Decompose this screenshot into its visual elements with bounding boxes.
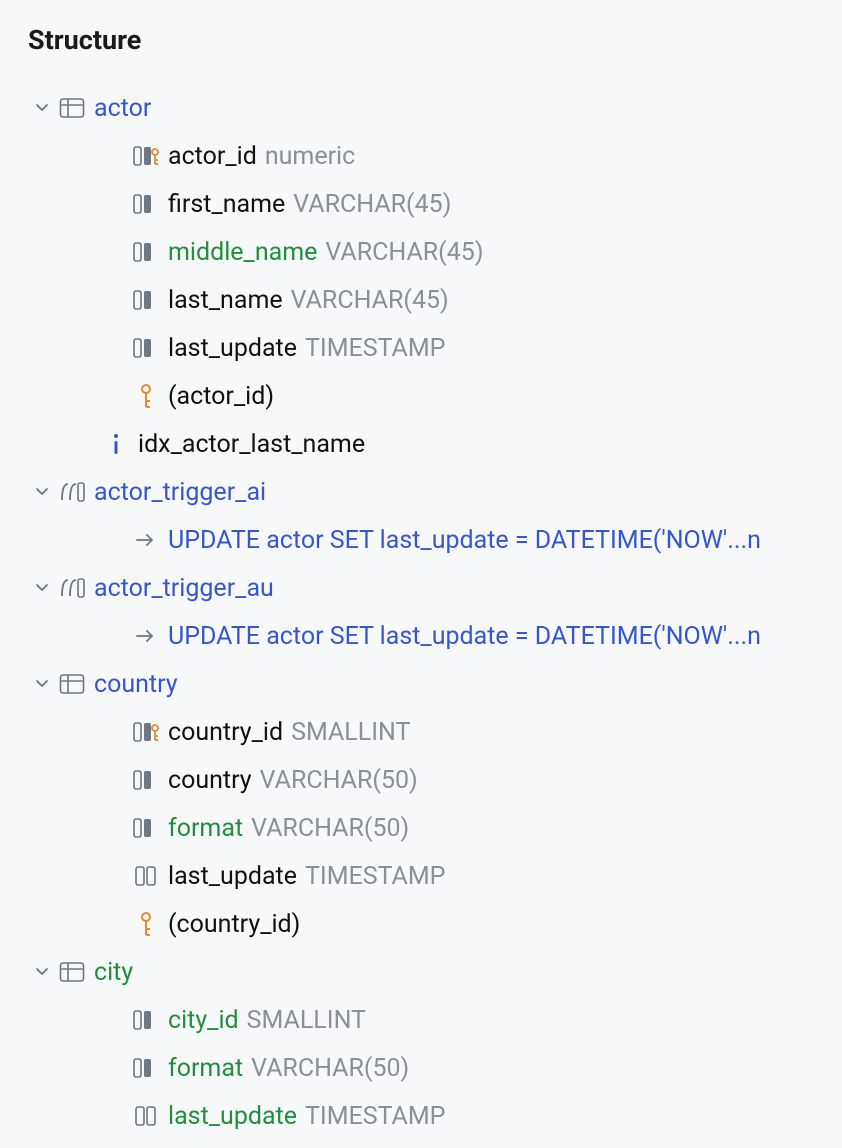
tree-row-actor_pk[interactable]: (actor_id) xyxy=(28,372,842,420)
tree-row-last_name[interactable]: last_name VARCHAR(45) xyxy=(28,276,842,324)
row-label: actor_trigger_au xyxy=(94,576,274,601)
row-label: city xyxy=(94,960,133,985)
table-icon xyxy=(56,961,88,983)
row-type: TIMESTAMP xyxy=(305,864,445,889)
tree-row-actor_trigger_au[interactable]: actor_trigger_au xyxy=(28,564,842,612)
row-type: VARCHAR(50) xyxy=(251,1056,409,1081)
structure-panel: Structure actor actor_id numeric first_name… xyxy=(0,0,842,1140)
tree-row-country[interactable]: country xyxy=(28,660,842,708)
tree-row-trigger_au_body[interactable]: UPDATE actor SET last_update = DATETIME(… xyxy=(28,612,842,660)
row-type: TIMESTAMP xyxy=(305,336,445,361)
tree-row-first_name[interactable]: first_name VARCHAR(45) xyxy=(28,180,842,228)
key-icon xyxy=(130,383,162,409)
chevron-down-icon[interactable] xyxy=(28,964,56,980)
trigger-icon xyxy=(56,480,88,504)
row-label: (actor_id) xyxy=(168,384,274,409)
row-label: actor xyxy=(94,96,151,121)
row-label: idx_actor_last_name xyxy=(138,432,365,457)
col-icon xyxy=(130,336,162,360)
row-label: format xyxy=(168,816,243,841)
arrow-icon xyxy=(130,626,162,646)
row-label: UPDATE actor SET last_update = DATETIME(… xyxy=(168,624,761,649)
chevron-down-icon[interactable] xyxy=(28,484,56,500)
arrow-icon xyxy=(130,530,162,550)
col-icon xyxy=(130,816,162,840)
col-icon xyxy=(130,1008,162,1032)
tree-row-middle_name[interactable]: middle_name VARCHAR(45) xyxy=(28,228,842,276)
row-label: city_id xyxy=(168,1008,239,1033)
tree-row-city_format[interactable]: format VARCHAR(50) xyxy=(28,1044,842,1092)
chevron-down-icon[interactable] xyxy=(28,100,56,116)
row-type: VARCHAR(50) xyxy=(251,816,409,841)
row-label: country_id xyxy=(168,720,283,745)
tree-row-city[interactable]: city xyxy=(28,948,842,996)
col-plain-icon xyxy=(130,1105,162,1127)
panel-title: Structure xyxy=(28,24,842,56)
tree-row-actor_id[interactable]: actor_id numeric xyxy=(28,132,842,180)
row-label: country xyxy=(94,672,178,697)
col-key-icon xyxy=(130,144,162,168)
row-type: TIMESTAMP xyxy=(305,1104,445,1129)
chevron-down-icon[interactable] xyxy=(28,580,56,596)
tree-row-country_id[interactable]: country_id SMALLINT xyxy=(28,708,842,756)
row-label: country xyxy=(168,768,252,793)
row-type: SMALLINT xyxy=(247,1008,366,1033)
row-type: VARCHAR(45) xyxy=(293,192,451,217)
row-label: format xyxy=(168,1056,243,1081)
col-icon xyxy=(130,1056,162,1080)
row-label: actor_id xyxy=(168,144,257,169)
col-icon xyxy=(130,192,162,216)
row-type: VARCHAR(50) xyxy=(260,768,418,793)
row-label: first_name xyxy=(168,192,285,217)
col-icon xyxy=(130,288,162,312)
row-label: last_update xyxy=(168,864,297,889)
row-type: VARCHAR(45) xyxy=(291,288,449,313)
tree-row-city_id[interactable]: city_id SMALLINT xyxy=(28,996,842,1044)
tree-row-actor_trigger_ai[interactable]: actor_trigger_ai xyxy=(28,468,842,516)
col-key-icon xyxy=(130,720,162,744)
row-label: last_update xyxy=(168,336,297,361)
tree-row-last_update[interactable]: last_update TIMESTAMP xyxy=(28,324,842,372)
chevron-down-icon[interactable] xyxy=(28,676,56,692)
tree: actor actor_id numeric first_name VARCHAR(45… xyxy=(28,84,842,1140)
col-icon xyxy=(130,768,162,792)
col-plain-icon xyxy=(130,865,162,887)
row-label: last_update xyxy=(168,1104,297,1129)
table-icon xyxy=(56,97,88,119)
row-type: numeric xyxy=(265,144,355,169)
row-label: last_name xyxy=(168,288,283,313)
trigger-icon xyxy=(56,576,88,600)
tree-row-country_pk[interactable]: (country_id) xyxy=(28,900,842,948)
row-label: actor_trigger_ai xyxy=(94,480,266,505)
info-icon xyxy=(100,432,132,456)
tree-row-country_format[interactable]: format VARCHAR(50) xyxy=(28,804,842,852)
tree-row-idx_actor[interactable]: idx_actor_last_name xyxy=(28,420,842,468)
tree-row-country_col[interactable]: country VARCHAR(50) xyxy=(28,756,842,804)
col-icon xyxy=(130,240,162,264)
tree-row-trigger_ai_body[interactable]: UPDATE actor SET last_update = DATETIME(… xyxy=(28,516,842,564)
row-label: UPDATE actor SET last_update = DATETIME(… xyxy=(168,528,761,553)
row-type: VARCHAR(45) xyxy=(325,240,483,265)
table-icon xyxy=(56,673,88,695)
tree-row-country_lu[interactable]: last_update TIMESTAMP xyxy=(28,852,842,900)
row-type: SMALLINT xyxy=(291,720,410,745)
tree-row-city_lu[interactable]: last_update TIMESTAMP xyxy=(28,1092,842,1140)
key-icon xyxy=(130,911,162,937)
row-label: middle_name xyxy=(168,240,317,265)
row-label: (country_id) xyxy=(168,912,300,937)
tree-row-actor[interactable]: actor xyxy=(28,84,842,132)
